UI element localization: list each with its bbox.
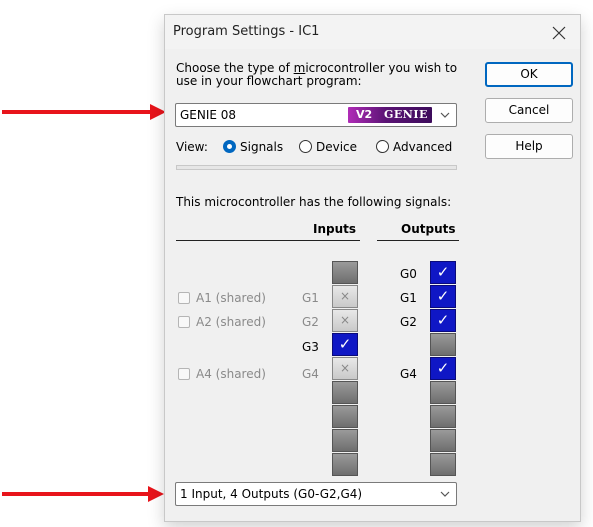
controller-select[interactable]: GENIE 08 V2 GENIE bbox=[175, 103, 457, 127]
input-cell-6 bbox=[332, 405, 358, 428]
output-cell-g2[interactable]: ✓ bbox=[430, 309, 456, 332]
checkmark-icon: ✓ bbox=[436, 359, 450, 377]
view-advanced-radio[interactable] bbox=[376, 140, 389, 153]
window-title: Program Settings - IC1 bbox=[173, 24, 320, 39]
input-cell-7 bbox=[332, 429, 358, 452]
checkmark-icon: ✓ bbox=[338, 335, 352, 353]
output-pin-g2-label: G2 bbox=[400, 315, 417, 329]
view-signals-label[interactable]: Signals bbox=[240, 140, 283, 154]
cancel-button[interactable]: Cancel bbox=[485, 98, 573, 123]
output-cell-7 bbox=[430, 429, 456, 452]
output-pin-g1-label: G1 bbox=[400, 291, 417, 305]
input-cell-g4: × bbox=[332, 357, 358, 380]
output-cell-g4[interactable]: ✓ bbox=[430, 357, 456, 380]
help-button[interactable]: Help bbox=[485, 134, 573, 159]
output-cell-8 bbox=[430, 453, 456, 476]
analog-a1-checkbox[interactable] bbox=[178, 292, 190, 304]
signals-heading: This microcontroller has the following s… bbox=[176, 195, 452, 209]
cross-icon: × bbox=[339, 289, 351, 303]
chevron-down-icon bbox=[440, 112, 450, 118]
output-pin-g0-label: G0 bbox=[400, 267, 417, 281]
outputs-header: Outputs bbox=[401, 222, 456, 236]
input-cell-g1: × bbox=[332, 285, 358, 308]
output-cell-5 bbox=[430, 381, 456, 404]
checkmark-icon: ✓ bbox=[436, 263, 450, 281]
output-pin-g4-label: G4 bbox=[400, 367, 417, 381]
output-cell-g0[interactable]: ✓ bbox=[430, 261, 456, 284]
progress-divider bbox=[176, 165, 457, 170]
view-advanced-label[interactable]: Advanced bbox=[393, 140, 452, 154]
analog-a2-checkbox[interactable] bbox=[178, 316, 190, 328]
input-cell-5 bbox=[332, 381, 358, 404]
input-cell-g3[interactable]: ✓ bbox=[332, 333, 358, 356]
genie-logo: V2 GENIE bbox=[348, 107, 432, 123]
analog-a1-label: A1 (shared) bbox=[196, 291, 266, 305]
view-signals-radio[interactable] bbox=[223, 140, 236, 153]
title-bar: Program Settings - IC1 bbox=[165, 15, 580, 49]
view-device-radio[interactable] bbox=[299, 140, 312, 153]
config-select[interactable]: 1 Input, 4 Outputs (G0-G2,G4) bbox=[175, 482, 457, 506]
cross-icon: × bbox=[339, 361, 351, 375]
config-select-value: 1 Input, 4 Outputs (G0-G2,G4) bbox=[180, 487, 363, 501]
program-settings-dialog: Program Settings - IC1 Choose the type o… bbox=[164, 14, 581, 522]
inputs-header: Inputs bbox=[313, 222, 357, 236]
inputs-underline bbox=[176, 240, 360, 241]
input-cell-g2: × bbox=[332, 309, 358, 332]
cross-icon: × bbox=[339, 313, 351, 327]
analog-a2-label: A2 (shared) bbox=[196, 315, 266, 329]
ok-button[interactable]: OK bbox=[485, 62, 573, 87]
checkmark-icon: ✓ bbox=[436, 311, 450, 329]
controller-prompt: Choose the type of microcontroller you w… bbox=[176, 61, 458, 88]
input-pin-g2-label: G2 bbox=[302, 315, 319, 329]
view-device-label[interactable]: Device bbox=[316, 140, 357, 154]
view-label: View: bbox=[176, 140, 208, 154]
chevron-down-icon bbox=[440, 491, 450, 497]
controller-select-value: GENIE 08 bbox=[180, 108, 237, 122]
close-icon[interactable] bbox=[548, 22, 570, 44]
input-pin-g3-label: G3 bbox=[302, 340, 319, 354]
output-cell-g3 bbox=[430, 333, 456, 356]
output-cell-g1[interactable]: ✓ bbox=[430, 285, 456, 308]
input-pin-g4-label: G4 bbox=[302, 367, 319, 381]
analog-a4-label: A4 (shared) bbox=[196, 367, 266, 381]
outputs-underline bbox=[377, 240, 459, 241]
input-cell-g0 bbox=[332, 261, 358, 284]
analog-a4-checkbox[interactable] bbox=[178, 368, 190, 380]
input-cell-8 bbox=[332, 453, 358, 476]
input-pin-g1-label: G1 bbox=[302, 291, 319, 305]
output-cell-6 bbox=[430, 405, 456, 428]
checkmark-icon: ✓ bbox=[436, 287, 450, 305]
